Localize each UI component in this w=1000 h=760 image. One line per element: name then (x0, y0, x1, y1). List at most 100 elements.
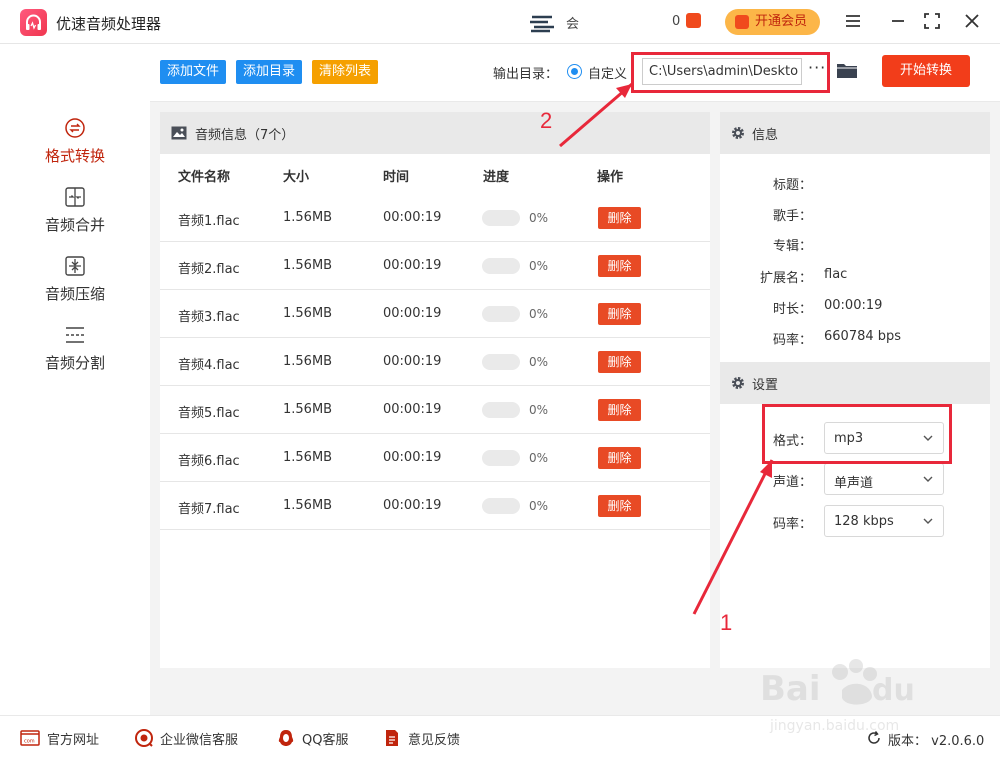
sidebar-item-merge[interactable]: 音频合并 (0, 186, 150, 254)
user-name[interactable]: 会 (566, 13, 579, 32)
website-link[interactable]: 官方网址 (47, 729, 99, 748)
info-field-bitrate: 码率： 660784 bps (720, 329, 990, 359)
qq-service-link[interactable]: QQ客服 (302, 729, 348, 748)
format-convert-icon (65, 118, 85, 138)
progress-bar (482, 450, 520, 466)
bitrate-label: 码率： (772, 517, 812, 532)
table-row[interactable]: 音频3.flac 1.56MB 00:00:19 0% 删除 (160, 290, 710, 338)
menu-icon[interactable] (842, 10, 864, 32)
file-size: 1.56MB (283, 306, 333, 321)
annotation-number-2: 2 (540, 108, 553, 133)
folder-icon[interactable] (836, 61, 858, 79)
sidebar-item-format-convert[interactable]: 格式转换 (0, 117, 150, 185)
info-field-extension: 扩展名： flac (720, 267, 990, 297)
settings-title: 设置 (752, 378, 779, 393)
file-time: 00:00:19 (383, 402, 442, 417)
custom-output-label[interactable]: 自定义 (588, 63, 627, 82)
file-name: 音频6.flac (178, 454, 240, 469)
wechat-service-link[interactable]: 企业微信客服 (160, 729, 238, 748)
table-row[interactable]: 音频4.flac 1.56MB 00:00:19 0% 删除 (160, 338, 710, 386)
channel-select[interactable]: 单声道 (824, 463, 944, 495)
toolbar: 添加文件 添加目录 清除列表 输出目录： 自定义 ··· 开始转换 (150, 44, 1000, 102)
column-header-name: 文件名称 (178, 170, 231, 185)
app-logo-icon (20, 9, 47, 36)
audio-list-header: 音频信息（7个） (160, 112, 710, 154)
info-key: 歌手： (772, 209, 812, 224)
bitrate-select[interactable]: 128 kbps (824, 505, 944, 537)
delete-button[interactable]: 删除 (598, 207, 641, 229)
sidebar: 格式转换 音频合并 音频压缩 音频分割 (0, 45, 150, 715)
feedback-link[interactable]: 意见反馈 (408, 729, 460, 748)
browse-more-button[interactable]: ··· (808, 58, 826, 77)
brand-s-icon (530, 15, 554, 33)
info-header: 信息 (720, 112, 990, 154)
setting-bitrate: 码率： 128 kbps (720, 505, 990, 539)
merge-icon (65, 187, 85, 207)
add-folder-button[interactable]: 添加目录 (236, 60, 303, 84)
compress-icon (65, 256, 85, 276)
progress-bar (482, 306, 520, 322)
output-path-input[interactable] (642, 58, 802, 85)
qq-icon[interactable] (276, 728, 296, 748)
custom-output-radio[interactable] (567, 64, 582, 79)
svg-text:jingyan.baidu.com: jingyan.baidu.com (769, 718, 899, 734)
maximize-icon[interactable] (921, 10, 943, 32)
channel-value: 单声道 (834, 476, 874, 491)
progress-bar (482, 210, 520, 226)
vip-badge-icon (686, 13, 701, 28)
delete-button[interactable]: 删除 (598, 303, 641, 325)
sidebar-item-label: 音频合并 (44, 216, 105, 234)
delete-button[interactable]: 删除 (598, 351, 641, 373)
column-header-action: 操作 (597, 170, 624, 185)
info-key: 码率： (772, 333, 812, 348)
progress-percent: 0% (529, 259, 549, 273)
file-size: 1.56MB (283, 354, 333, 369)
chevron-down-icon (923, 476, 933, 482)
svg-text:Bai: Bai (760, 669, 821, 709)
column-header-progress: 进度 (483, 170, 510, 185)
progress-bar (482, 354, 520, 370)
column-header-size: 大小 (283, 170, 310, 185)
format-select[interactable]: mp3 (824, 422, 944, 454)
delete-button[interactable]: 删除 (598, 255, 641, 277)
title-bar: 优速音频处理器 会 0 开通会员 (0, 0, 1000, 44)
table-row[interactable]: 音频5.flac 1.56MB 00:00:19 0% 删除 (160, 386, 710, 434)
delete-button[interactable]: 删除 (598, 447, 641, 469)
format-label: 格式： (772, 434, 812, 449)
feedback-icon[interactable] (382, 728, 402, 748)
main-area: 音频信息（7个） 文件名称 大小 时间 进度 操作 音频1.flac 1.56M… (150, 102, 1000, 715)
sidebar-item-split[interactable]: 音频分割 (0, 324, 150, 392)
chevron-down-icon (923, 518, 933, 524)
info-field-duration: 时长： 00:00:19 (720, 298, 990, 328)
file-size: 1.56MB (283, 210, 333, 225)
wechat-service-icon[interactable] (134, 728, 154, 748)
info-value: 660784 bps (824, 329, 902, 344)
delete-button[interactable]: 删除 (598, 495, 641, 517)
file-size: 1.56MB (283, 450, 333, 465)
minimize-icon[interactable] (887, 10, 909, 32)
add-file-button[interactable]: 添加文件 (160, 60, 227, 84)
delete-button[interactable]: 删除 (598, 399, 641, 421)
close-icon[interactable] (961, 10, 983, 32)
svg-text:com: com (24, 739, 35, 745)
chevron-down-icon (923, 435, 933, 441)
sidebar-item-compress[interactable]: 音频压缩 (0, 255, 150, 323)
file-name: 音频1.flac (178, 214, 240, 229)
info-field-artist: 歌手： (720, 205, 990, 235)
table-row[interactable]: 音频1.flac 1.56MB 00:00:19 0% 删除 (160, 194, 710, 242)
file-name: 音频7.flac (178, 502, 240, 517)
table-row[interactable]: 音频2.flac 1.56MB 00:00:19 0% 删除 (160, 242, 710, 290)
file-name: 音频4.flac (178, 358, 240, 373)
vip-button[interactable]: 开通会员 (725, 9, 820, 35)
sidebar-item-label: 格式转换 (44, 147, 105, 165)
progress-percent: 0% (529, 499, 549, 513)
file-time: 00:00:19 (383, 450, 442, 465)
website-icon[interactable]: com (20, 728, 40, 748)
info-field-album: 专辑： (720, 235, 990, 265)
table-row[interactable]: 音频6.flac 1.56MB 00:00:19 0% 删除 (160, 434, 710, 482)
start-convert-button[interactable]: 开始转换 (882, 55, 970, 87)
app-title: 优速音频处理器 (56, 15, 162, 33)
gear-icon (732, 377, 744, 389)
table-row[interactable]: 音频7.flac 1.56MB 00:00:19 0% 删除 (160, 482, 710, 530)
clear-list-button[interactable]: 清除列表 (312, 60, 379, 84)
